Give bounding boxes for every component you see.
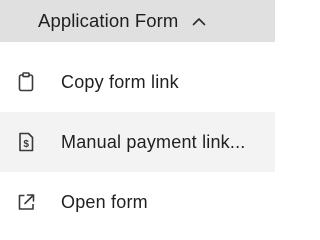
- chevron-up-icon: [193, 17, 206, 25]
- menu-item-open-form[interactable]: Open form: [0, 172, 275, 232]
- header-title: Application Form: [38, 10, 179, 31]
- menu-item-manual-payment-link[interactable]: $ Manual payment link...: [0, 112, 275, 172]
- dropdown-menu: Copy form link $ Manual payment link... …: [0, 52, 275, 232]
- menu-item-label: Open form: [61, 191, 148, 212]
- svg-text:$: $: [23, 139, 29, 150]
- menu-item-label: Copy form link: [61, 71, 179, 92]
- menu-item-copy-form-link[interactable]: Copy form link: [0, 52, 275, 112]
- menu-header: Application Form: [0, 0, 275, 42]
- external-link-icon: [18, 194, 35, 210]
- menu-item-label: Manual payment link...: [61, 131, 246, 152]
- clipboard-icon: [18, 72, 34, 92]
- payment-document-icon: $: [19, 132, 34, 152]
- application-form-dropdown-button[interactable]: Application Form: [38, 0, 206, 42]
